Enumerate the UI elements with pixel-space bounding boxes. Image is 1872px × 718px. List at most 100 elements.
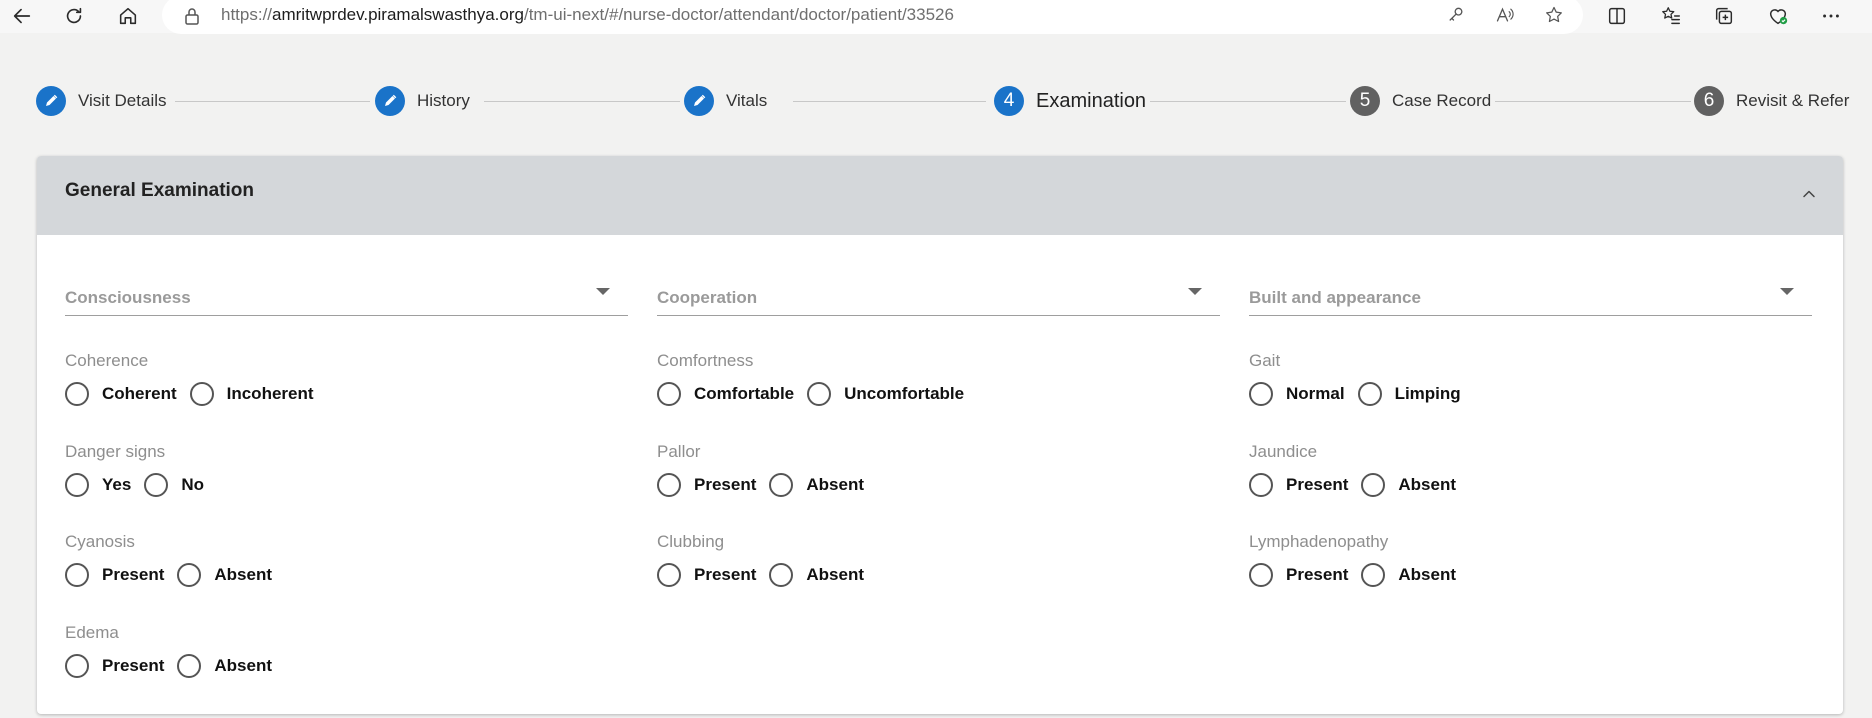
select-placeholder: Consciousness	[65, 288, 191, 307]
favorites-list-icon[interactable]	[1657, 3, 1685, 29]
step-label: Revisit & Refer	[1736, 91, 1850, 110]
radio-button[interactable]	[1361, 473, 1386, 497]
gait-option-normal[interactable]: Normal	[1249, 382, 1345, 406]
radio-button[interactable]	[1249, 563, 1273, 587]
step-connector	[1495, 101, 1691, 102]
radio-button[interactable]	[657, 382, 681, 406]
panel-header[interactable]: General Examination	[37, 156, 1843, 235]
chevron-up-icon[interactable]	[1797, 182, 1821, 206]
general-examination-panel: General Examination Consciousness Cooper…	[37, 156, 1843, 714]
jaundice-group: Jaundice Present Absent	[1249, 442, 1809, 512]
danger-signs-group: Danger signs Yes No	[65, 442, 625, 512]
edit-pencil-icon	[684, 86, 714, 116]
key-icon[interactable]	[1443, 2, 1469, 28]
dropdown-arrow-icon[interactable]	[1188, 288, 1202, 295]
group-label: Comfortness	[657, 351, 754, 370]
step-number: 6	[1694, 86, 1724, 116]
more-options-icon[interactable]	[1817, 3, 1845, 29]
dropdown-arrow-icon[interactable]	[1780, 288, 1794, 295]
step-case-record[interactable]: 5 Case Record	[1350, 84, 1491, 118]
comfortness-option-uncomfortable[interactable]: Uncomfortable	[807, 382, 964, 406]
comfortness-option-comfortable[interactable]: Comfortable	[657, 382, 794, 406]
step-connector	[1150, 101, 1346, 102]
radio-button[interactable]	[65, 654, 89, 678]
panel-title: General Examination	[65, 180, 255, 201]
address-bar[interactable]: https://amritwprdev.piramalswasthya.org/…	[162, 0, 1583, 34]
cyanosis-group: Cyanosis Present Absent	[65, 532, 625, 602]
browser-health-icon[interactable]	[1764, 3, 1792, 29]
step-label: Case Record	[1392, 91, 1492, 110]
built-appearance-select[interactable]: Built and appearance	[1249, 276, 1812, 316]
radio-button[interactable]	[65, 382, 89, 406]
group-label: Lymphadenopathy	[1249, 532, 1389, 551]
edema-option-absent[interactable]: Absent	[177, 654, 272, 678]
radio-button[interactable]	[807, 382, 832, 406]
gait-option-limping[interactable]: Limping	[1357, 382, 1461, 406]
radio-button[interactable]	[189, 382, 214, 406]
dropdown-arrow-icon[interactable]	[596, 288, 610, 295]
clubbing-option-present[interactable]: Present	[657, 563, 756, 587]
gait-group: Gait Normal Limping	[1249, 351, 1809, 421]
group-label: Cyanosis	[65, 532, 135, 551]
radio-button[interactable]	[769, 473, 794, 497]
split-screen-icon[interactable]	[1603, 3, 1631, 29]
edema-option-present[interactable]: Present	[65, 654, 164, 678]
radio-button[interactable]	[657, 473, 681, 497]
comfortness-group: Comfortness Comfortable Uncomfortable	[657, 351, 1217, 421]
group-label: Pallor	[657, 442, 701, 461]
consciousness-select[interactable]: Consciousness	[65, 276, 628, 316]
cyanosis-option-absent[interactable]: Absent	[177, 563, 272, 587]
refresh-icon[interactable]	[60, 3, 88, 29]
lock-icon[interactable]	[184, 7, 200, 25]
radio-button[interactable]	[1361, 563, 1386, 587]
lymphadenopathy-group: Lymphadenopathy Present Absent	[1249, 532, 1809, 602]
radio-button[interactable]	[769, 563, 794, 587]
radio-button[interactable]	[65, 473, 89, 497]
step-connector	[793, 101, 986, 102]
step-vitals[interactable]: Vitals	[684, 84, 767, 118]
danger-signs-option-no[interactable]: No	[144, 473, 204, 497]
pallor-option-present[interactable]: Present	[657, 473, 756, 497]
pallor-option-absent[interactable]: Absent	[769, 473, 864, 497]
radio-button[interactable]	[1357, 382, 1382, 406]
favorite-star-icon[interactable]	[1541, 2, 1567, 28]
lymphadenopathy-option-absent[interactable]: Absent	[1361, 563, 1456, 587]
radio-button[interactable]	[1249, 382, 1273, 406]
coherence-option-incoherent[interactable]: Incoherent	[189, 382, 314, 406]
progress-stepper: Visit Details History Vitals 4 Examinati…	[0, 84, 1872, 118]
clubbing-option-absent[interactable]: Absent	[769, 563, 864, 587]
group-label: Coherence	[65, 351, 149, 370]
radio-button[interactable]	[177, 563, 202, 587]
collections-icon[interactable]	[1710, 3, 1738, 29]
edema-group: Edema Present Absent	[65, 623, 625, 693]
edit-pencil-icon	[36, 86, 66, 116]
radio-button[interactable]	[657, 563, 681, 587]
clubbing-group: Clubbing Present Absent	[657, 532, 1217, 602]
step-visit-details[interactable]: Visit Details	[36, 84, 167, 118]
radio-button[interactable]	[144, 473, 169, 497]
radio-button[interactable]	[65, 563, 89, 587]
url-text[interactable]: https://amritwprdev.piramalswasthya.org/…	[221, 5, 954, 25]
coherence-option-coherent[interactable]: Coherent	[65, 382, 177, 406]
jaundice-option-present[interactable]: Present	[1249, 473, 1348, 497]
select-placeholder: Built and appearance	[1249, 288, 1421, 307]
step-connector	[175, 101, 370, 102]
home-icon[interactable]	[114, 3, 142, 29]
lymphadenopathy-option-present[interactable]: Present	[1249, 563, 1348, 587]
step-history[interactable]: History	[375, 84, 470, 118]
back-arrow-icon[interactable]	[8, 3, 36, 29]
browser-toolbar: https://amritwprdev.piramalswasthya.org/…	[0, 0, 1872, 34]
read-aloud-icon[interactable]	[1492, 2, 1518, 28]
cyanosis-option-present[interactable]: Present	[65, 563, 164, 587]
pallor-group: Pallor Present Absent	[657, 442, 1217, 512]
jaundice-option-absent[interactable]: Absent	[1361, 473, 1456, 497]
radio-button[interactable]	[1249, 473, 1273, 497]
radio-button[interactable]	[177, 654, 202, 678]
step-label: Vitals	[726, 91, 768, 110]
group-label: Gait	[1249, 351, 1281, 370]
step-examination[interactable]: 4 Examination	[994, 84, 1146, 118]
step-number: 5	[1350, 86, 1380, 116]
danger-signs-option-yes[interactable]: Yes	[65, 473, 131, 497]
cooperation-select[interactable]: Cooperation	[657, 276, 1220, 316]
step-revisit-refer[interactable]: 6 Revisit & Refer	[1694, 84, 1849, 118]
